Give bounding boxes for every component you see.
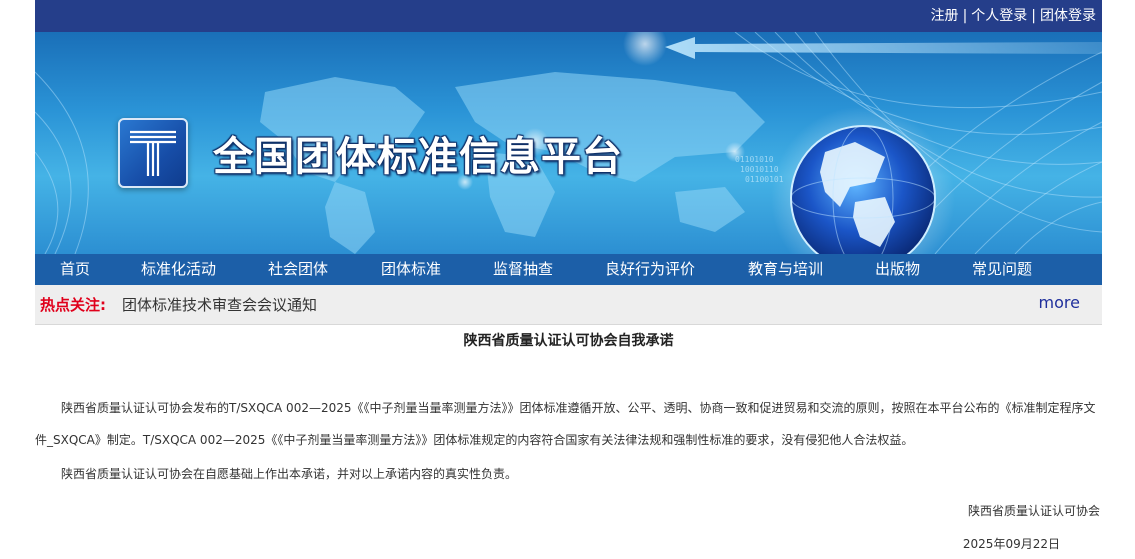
page: 注册 | 个人登录 | 团体登录 01101010 10010110 01100… (0, 0, 1135, 559)
signer-name: 陕西省质量认证认可协会 (967, 504, 1100, 518)
nav-item-faq[interactable]: 常见问题 (972, 254, 1032, 285)
article-paragraph: 陕西省质量认证认可协会在自愿基础上作出本承诺，并对以上承诺内容的真实性负责。 (61, 467, 518, 481)
link-separator: | (1031, 8, 1036, 24)
nav-item-publications[interactable]: 出版物 (875, 254, 920, 285)
hot-news-link[interactable]: 团体标准技术审查会会议通知 (122, 295, 317, 315)
sign-date: 2025年09月22日 (962, 537, 1060, 551)
nav-item-education-training[interactable]: 教育与培训 (748, 254, 823, 285)
platform-title: 全国团体标准信息平台 (213, 134, 623, 180)
nav-item-social-groups[interactable]: 社会团体 (268, 254, 328, 285)
svg-text:10010110: 10010110 (740, 165, 779, 174)
more-link[interactable]: more (1039, 292, 1080, 314)
top-bar: 注册 | 个人登录 | 团体登录 (35, 0, 1102, 32)
nav-item-group-standards[interactable]: 团体标准 (381, 254, 441, 285)
nav-item-good-behavior-evaluation[interactable]: 良好行为评价 (605, 254, 695, 285)
link-separator: | (962, 8, 968, 24)
platform-logo (118, 118, 188, 188)
hot-news-bar: 热点关注: 团体标准技术审查会会议通知 more (35, 285, 1102, 325)
main-nav: 首页 标准化活动 社会团体 团体标准 监督抽查 良好行为评价 教育与培训 出版物… (35, 254, 1102, 285)
svg-text:01101010: 01101010 (735, 155, 774, 164)
logo-t-icon (130, 130, 176, 176)
hot-news-label: 热点关注: (40, 296, 106, 314)
personal-login-link[interactable]: 个人登录 (971, 8, 1027, 24)
nav-item-home[interactable]: 首页 (60, 254, 90, 285)
header-banner: 01101010 10010110 01100101 全国团体标准信息平台 (35, 32, 1102, 254)
site-wrapper: 注册 | 个人登录 | 团体登录 01101010 10010110 01100… (35, 0, 1102, 551)
nav-item-standardization-activities[interactable]: 标准化活动 (141, 254, 216, 285)
article-paragraph: 陕西省质量认证认可协会发布的T/SXQCA 002—2025《《中子剂量当量率测… (35, 401, 1096, 447)
group-login-link[interactable]: 团体登录 (1040, 8, 1096, 24)
account-links: 注册 | 个人登录 | 团体登录 (931, 7, 1096, 25)
nav-item-supervision-inspection[interactable]: 监督抽查 (493, 254, 553, 285)
article-title: 陕西省质量认证认可协会自我承诺 (463, 333, 674, 349)
register-link[interactable]: 注册 (931, 8, 959, 24)
